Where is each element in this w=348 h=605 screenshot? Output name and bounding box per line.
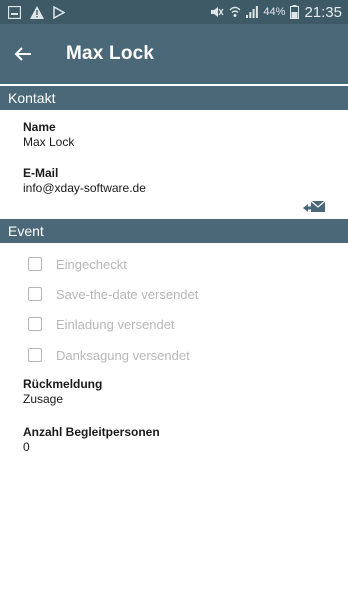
checkbox-label: Eingecheckt (56, 256, 127, 272)
status-time: 21:35 (304, 3, 342, 21)
mute-icon (210, 6, 224, 18)
checkbox-einladung[interactable]: Einladung versendet (28, 314, 175, 334)
battery-icon (290, 5, 300, 19)
email-value[interactable]: info@xday-software.de (23, 181, 333, 195)
checkbox-box[interactable] (28, 317, 42, 331)
name-label: Name (23, 120, 56, 134)
name-field: Name Max Lock (23, 120, 333, 150)
checkbox-box[interactable] (28, 348, 42, 362)
wifi-icon (229, 6, 241, 18)
section-header-kontakt: Kontakt (0, 86, 348, 110)
checkbox-box[interactable] (28, 257, 42, 271)
begleitpersonen-label: Anzahl Begleitpersonen (23, 425, 160, 439)
checkbox-box[interactable] (28, 287, 42, 301)
app-bar: Max Lock (0, 24, 348, 84)
play-icon (53, 5, 65, 19)
send-mail-icon[interactable] (302, 200, 326, 214)
checkbox-danksagung[interactable]: Danksagung versendet (28, 345, 190, 365)
begleitpersonen-value: 0 (23, 440, 30, 454)
page-title: Max Lock (66, 43, 155, 64)
checkbox-save-the-date[interactable]: Save-the-date versendet (28, 284, 198, 304)
email-field: E-Mail info@xday-software.de (23, 166, 333, 196)
email-label: E-Mail (23, 166, 59, 180)
status-bar: 44% 21:35 (0, 0, 348, 24)
section-header-event: Event (0, 219, 348, 243)
rueckmeldung-field: Rückmeldung Zusage (23, 377, 333, 407)
checkbox-eingecheckt[interactable]: Eingecheckt (28, 254, 127, 274)
rueckmeldung-label: Rückmeldung (23, 377, 103, 391)
signal-icon (246, 6, 259, 18)
checkbox-label: Danksagung versendet (56, 347, 190, 363)
checkbox-label: Einladung versendet (56, 316, 175, 332)
warning-icon (30, 5, 44, 19)
battery-percent: 44% (263, 6, 286, 18)
checkbox-label: Save-the-date versendet (56, 286, 199, 302)
begleitpersonen-field: Anzahl Begleitpersonen 0 (23, 425, 333, 455)
gallery-icon (8, 5, 21, 19)
rueckmeldung-value: Zusage (23, 392, 64, 406)
back-arrow-icon[interactable] (10, 41, 36, 67)
name-value: Max Lock (23, 135, 75, 149)
